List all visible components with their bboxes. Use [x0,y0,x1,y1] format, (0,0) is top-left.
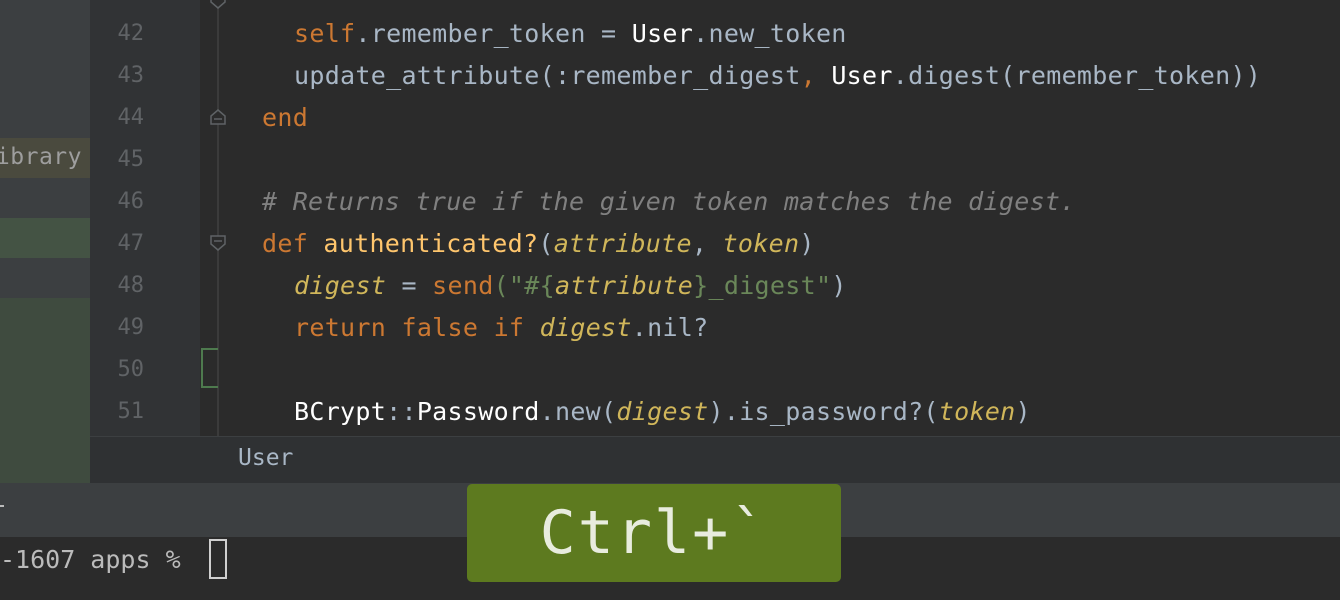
code-line-48[interactable]: digest = send("#{attribute}_digest") [294,265,847,307]
code-line-42[interactable]: self.remember_token = User.new_token [294,13,847,55]
line-number: 48 [117,273,145,298]
line-number: 51 [117,399,145,424]
fold-start-marker-icon[interactable] [209,234,227,252]
line-number: 42 [117,21,145,46]
terminal-prompt: -1607 apps % [0,545,196,574]
project-item-highlight[interactable] [0,218,90,258]
line-number: 43 [117,63,145,88]
code-line-44[interactable]: end [262,97,308,139]
project-panel: ibrary [0,0,90,483]
vcs-change-marker[interactable] [201,348,218,388]
fold-end-marker-icon[interactable] [209,108,227,126]
code-line-51[interactable]: BCrypt::Password.new(digest).is_password… [294,391,1031,433]
line-number: 49 [117,315,145,340]
line-number: 44 [117,105,145,130]
terminal-tab-indicator [0,505,4,507]
code-line-49[interactable]: return false if digest.nil? [294,307,709,349]
breadcrumb-item[interactable]: User [238,445,293,471]
code-line-47[interactable]: def authenticated?(attribute, token) [262,223,815,265]
keystroke-overlay: Ctrl+` [467,484,841,582]
code-editor[interactable]: 42 43 44 45 46 47 48 49 50 51 self.remem… [90,0,1340,436]
terminal-cursor [209,539,227,579]
project-item-library[interactable]: ibrary [0,138,90,178]
code-line-46[interactable]: # Returns true if the given token matche… [262,181,1076,223]
keystroke-label: Ctrl+` [539,498,769,568]
project-item-selected-block[interactable] [0,298,90,483]
code-line-43[interactable]: update_attribute(:remember_digest, User.… [294,55,1261,97]
line-number-gutter: 42 43 44 45 46 47 48 49 50 51 [90,0,200,436]
fold-marker-icon[interactable] [209,0,227,10]
line-number: 45 [117,147,145,172]
line-number: 46 [117,189,145,214]
line-number: 50 [117,357,145,382]
breadcrumb: User [90,436,1340,483]
line-number: 47 [117,231,145,256]
project-item-label: ibrary [0,144,82,170]
